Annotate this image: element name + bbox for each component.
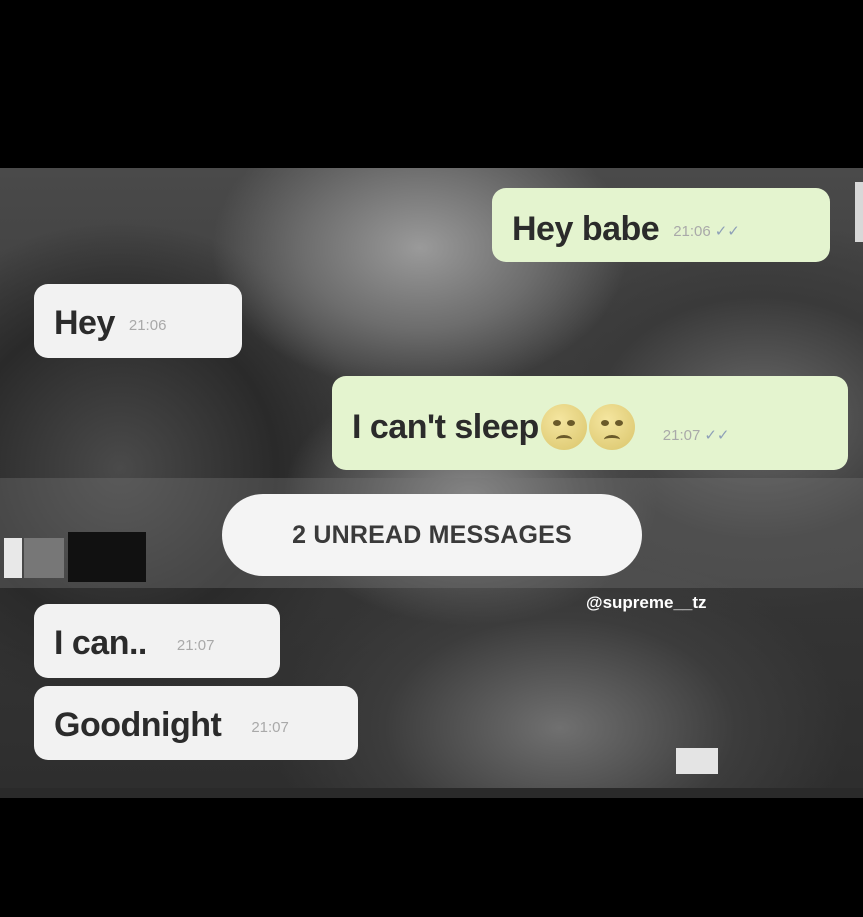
bottom-edge-bar [0, 788, 863, 798]
message-time: 21:06 [128, 317, 167, 334]
message-bubble-incoming[interactable]: Hey 21:06 [34, 284, 242, 358]
message-time: 21:06 [673, 223, 711, 240]
message-time: 21:07 [251, 719, 289, 736]
pixel-artifact [676, 748, 718, 774]
unread-messages-label: 2 UNREAD MESSAGES [292, 520, 572, 549]
pixel-artifact [4, 538, 22, 578]
message-text: Hey [54, 304, 115, 342]
unread-messages-divider: 2 UNREAD MESSAGES [222, 494, 642, 576]
message-bubble-incoming[interactable]: Goodnight 21:07 [34, 686, 358, 760]
double-check-icon: ✓✓ [714, 223, 740, 240]
message-text: Hey babe [512, 210, 660, 248]
weary-face-emoji [588, 404, 635, 450]
message-bubble-outgoing[interactable]: Hey babe 21:06 ✓✓ [492, 188, 830, 262]
double-check-icon: ✓✓ [704, 427, 730, 444]
censor-block [68, 532, 146, 582]
weary-face-emoji [540, 404, 587, 450]
message-bubble-incoming[interactable]: I can.. 21:07 [34, 604, 280, 678]
watermark: @supreme__tz [586, 593, 707, 612]
edge-artifact [855, 182, 863, 242]
message-time: 21:07 [662, 427, 701, 444]
message-text: I can't sleep [352, 408, 539, 446]
chat-screenshot-frame: Hey babe 21:06 ✓✓ Hey 21:06 I can't slee… [0, 168, 863, 788]
message-text: Goodnight [54, 706, 222, 744]
message-time: 21:07 [176, 637, 215, 654]
message-text: I can.. [54, 624, 147, 662]
message-bubble-outgoing[interactable]: I can't sleep 21:07 ✓✓ [332, 376, 848, 470]
pixel-artifact [24, 538, 64, 578]
